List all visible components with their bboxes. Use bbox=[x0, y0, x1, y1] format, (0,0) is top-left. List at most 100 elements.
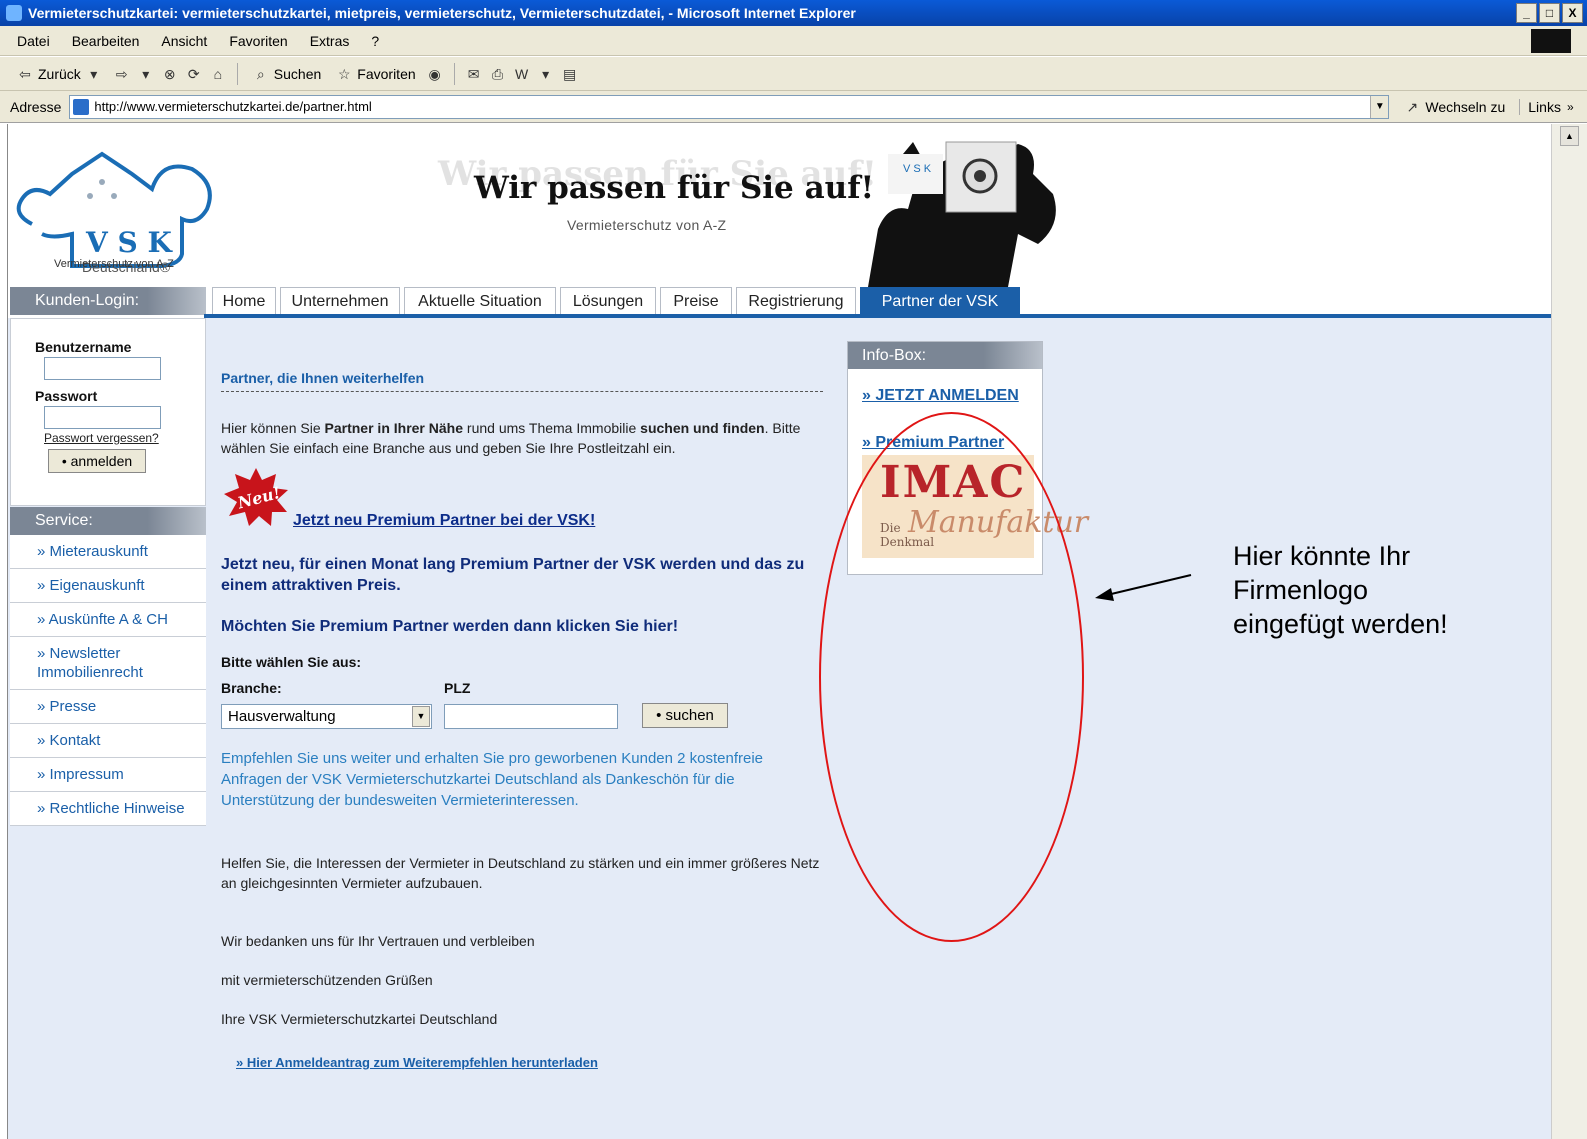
svg-text:V S K: V S K bbox=[903, 163, 932, 175]
menu-extras[interactable]: Extras bbox=[299, 33, 361, 49]
branche-selected: Hausverwaltung bbox=[228, 708, 336, 725]
plz-input[interactable] bbox=[444, 704, 618, 729]
premium-partner-link[interactable]: Jetzt neu Premium Partner bei der VSK! bbox=[293, 512, 595, 530]
tab-aktuelle-situation[interactable]: Aktuelle Situation bbox=[404, 287, 556, 314]
service-heading: Service: bbox=[10, 507, 206, 535]
service-menu: » Mieterauskunft » Eigenauskunft » Auskü… bbox=[10, 535, 206, 826]
web-page: V S K Deutschland® Vermieterschutz von A… bbox=[7, 124, 1551, 1139]
premium-text: Jetzt neu, für einen Monat lang Premium … bbox=[221, 556, 805, 594]
intro-part-1: Hier können Sie bbox=[221, 420, 325, 436]
logo-tagline: Vermieterschutz von A-Z bbox=[54, 258, 174, 270]
nav-underline bbox=[204, 314, 1551, 318]
go-button[interactable]: ↗ Wechseln zu bbox=[1403, 98, 1505, 116]
links-button[interactable]: Links bbox=[1519, 98, 1561, 115]
service-link-impressum[interactable]: » Impressum bbox=[10, 758, 206, 792]
address-bar: Adresse http://www.vermieterschutzkartei… bbox=[0, 91, 1587, 123]
tab-home[interactable]: Home bbox=[212, 287, 276, 314]
vsk-logo: V S K Deutschland® bbox=[16, 151, 212, 275]
stop-icon[interactable]: ⊗ bbox=[161, 65, 179, 83]
greeting-text: mit vermieterschützenden Grüßen bbox=[221, 972, 433, 988]
login-button[interactable]: • anmelden bbox=[48, 449, 146, 473]
address-url: http://www.vermieterschutzkartei.de/part… bbox=[94, 99, 372, 114]
mascot-image: V S K bbox=[868, 141, 1056, 287]
tab-unternehmen[interactable]: Unternehmen bbox=[280, 287, 400, 314]
service-link-mieterauskunft[interactable]: » Mieterauskunft bbox=[10, 535, 206, 569]
annotation-line-1: Hier könnte Ihr bbox=[1233, 541, 1411, 571]
tab-preise[interactable]: Preise bbox=[660, 287, 732, 314]
search-button[interactable]: ⌕ Suchen bbox=[248, 63, 325, 85]
plz-label: PLZ bbox=[444, 680, 471, 696]
service-link-presse[interactable]: » Presse bbox=[10, 690, 206, 724]
chevron-down-icon[interactable]: ▼ bbox=[412, 706, 430, 727]
premium-cta[interactable]: Möchten Sie Premium Partner werden dann … bbox=[221, 616, 821, 637]
maximize-button[interactable]: □ bbox=[1539, 3, 1560, 23]
minimize-button[interactable]: _ bbox=[1516, 3, 1537, 23]
service-link-hinweise[interactable]: » Rechtliche Hinweise bbox=[10, 792, 206, 826]
choose-label: Bitte wählen Sie aus: bbox=[221, 654, 362, 670]
annotation-line-2: Firmenlogo bbox=[1233, 575, 1369, 605]
toolbar-separator bbox=[236, 62, 238, 85]
service-link-kontakt[interactable]: » Kontakt bbox=[10, 724, 206, 758]
menu-ansicht[interactable]: Ansicht bbox=[150, 33, 218, 49]
chevron-down-icon[interactable]: ▾ bbox=[537, 65, 555, 83]
menu-datei[interactable]: Datei bbox=[6, 33, 61, 49]
thanks-text: Wir bedanken uns für Ihr Vertrauen und v… bbox=[221, 933, 535, 949]
close-button[interactable]: X bbox=[1562, 3, 1583, 23]
mail-icon[interactable]: ✉ bbox=[465, 65, 483, 83]
forgot-password-link[interactable]: Passwort vergessen? bbox=[44, 431, 159, 445]
menu-help[interactable]: ? bbox=[360, 33, 390, 49]
info-box-title: Info-Box: bbox=[848, 342, 1042, 369]
discuss-icon[interactable]: ▤ bbox=[561, 65, 579, 83]
edit-icon[interactable]: W bbox=[513, 65, 531, 83]
register-now-link[interactable]: » JETZT ANMELDEN bbox=[862, 387, 1019, 405]
search-partner-button[interactable]: • suchen bbox=[642, 703, 728, 728]
favorites-button[interactable]: ☆ Favoriten bbox=[331, 63, 419, 85]
service-link-newsletter[interactable]: » Newsletter Immobilienrecht bbox=[10, 637, 206, 690]
chevron-down-icon[interactable]: ▼ bbox=[1370, 95, 1389, 118]
menu-bearbeiten[interactable]: Bearbeiten bbox=[61, 33, 151, 49]
branche-select[interactable]: Hausverwaltung ▼ bbox=[221, 704, 432, 729]
forward-arrow-icon[interactable]: ⇨ bbox=[113, 65, 131, 83]
login-heading: Kunden-Login: bbox=[10, 287, 206, 315]
scroll-up-arrow-icon[interactable]: ▲ bbox=[1560, 126, 1579, 146]
search-label: Suchen bbox=[273, 65, 322, 82]
home-icon[interactable]: ⌂ bbox=[209, 65, 227, 83]
address-label: Adresse bbox=[10, 98, 62, 115]
refresh-icon[interactable]: ⟳ bbox=[185, 65, 203, 83]
section-divider bbox=[221, 391, 823, 392]
ie-icon bbox=[6, 5, 22, 21]
intro-text: Hier können Sie Partner in Ihrer Nähe ru… bbox=[221, 418, 821, 458]
menu-favoriten[interactable]: Favoriten bbox=[218, 33, 298, 49]
back-label: Zurück bbox=[38, 65, 81, 82]
username-input[interactable] bbox=[44, 357, 161, 380]
password-input[interactable] bbox=[44, 406, 161, 429]
browser-toolbar: ⇦ Zurück ▾ ⇨ ▾ ⊗ ⟳ ⌂ ⌕ Suchen ☆ Favorite… bbox=[0, 57, 1587, 91]
go-label: Wechseln zu bbox=[1425, 98, 1506, 115]
vertical-scrollbar[interactable]: ▲ bbox=[1551, 124, 1587, 1139]
address-input[interactable]: http://www.vermieterschutzkartei.de/part… bbox=[69, 94, 1390, 119]
chevron-down-icon[interactable]: ▾ bbox=[137, 65, 155, 83]
window-title: Vermieterschutzkartei: vermieterschutzka… bbox=[28, 5, 856, 21]
tab-registrierung[interactable]: Registrierung bbox=[736, 287, 856, 314]
download-link[interactable]: » Hier Anmeldeantrag zum Weiterempfehlen… bbox=[236, 1055, 598, 1070]
annotation-line-3: eingefügt werden! bbox=[1233, 609, 1448, 639]
toolbar-separator bbox=[453, 62, 455, 85]
search-icon: ⌕ bbox=[256, 65, 265, 82]
tab-partner-der-vsk[interactable]: Partner der VSK bbox=[860, 287, 1020, 314]
back-button[interactable]: ⇦ Zurück ▾ bbox=[12, 63, 107, 85]
media-icon[interactable]: ◉ bbox=[426, 65, 444, 83]
annotation-arrow-icon bbox=[1095, 574, 1192, 601]
window-titlebar: Vermieterschutzkartei: vermieterschutzka… bbox=[0, 0, 1587, 26]
chevron-right-icon[interactable]: » bbox=[1567, 100, 1574, 114]
tab-loesungen[interactable]: Lösungen bbox=[560, 287, 656, 314]
print-icon[interactable]: ⎙ bbox=[489, 65, 507, 83]
username-label: Benutzername bbox=[35, 339, 132, 355]
recommend-text: Empfehlen Sie uns weiter und erhalten Si… bbox=[221, 750, 764, 809]
service-link-eigenauskunft[interactable]: » Eigenauskunft bbox=[10, 569, 206, 603]
header-title: Wir passen für Sie auf! bbox=[474, 170, 875, 206]
logo-letters: V S K bbox=[85, 226, 173, 259]
star-icon: ☆ bbox=[338, 65, 351, 82]
intro-part-2: rund ums Thema Immobilie bbox=[463, 420, 641, 436]
service-link-auskuenfte[interactable]: » Auskünfte A & CH bbox=[10, 603, 206, 637]
intro-bold-2: suchen und finden bbox=[640, 420, 765, 436]
